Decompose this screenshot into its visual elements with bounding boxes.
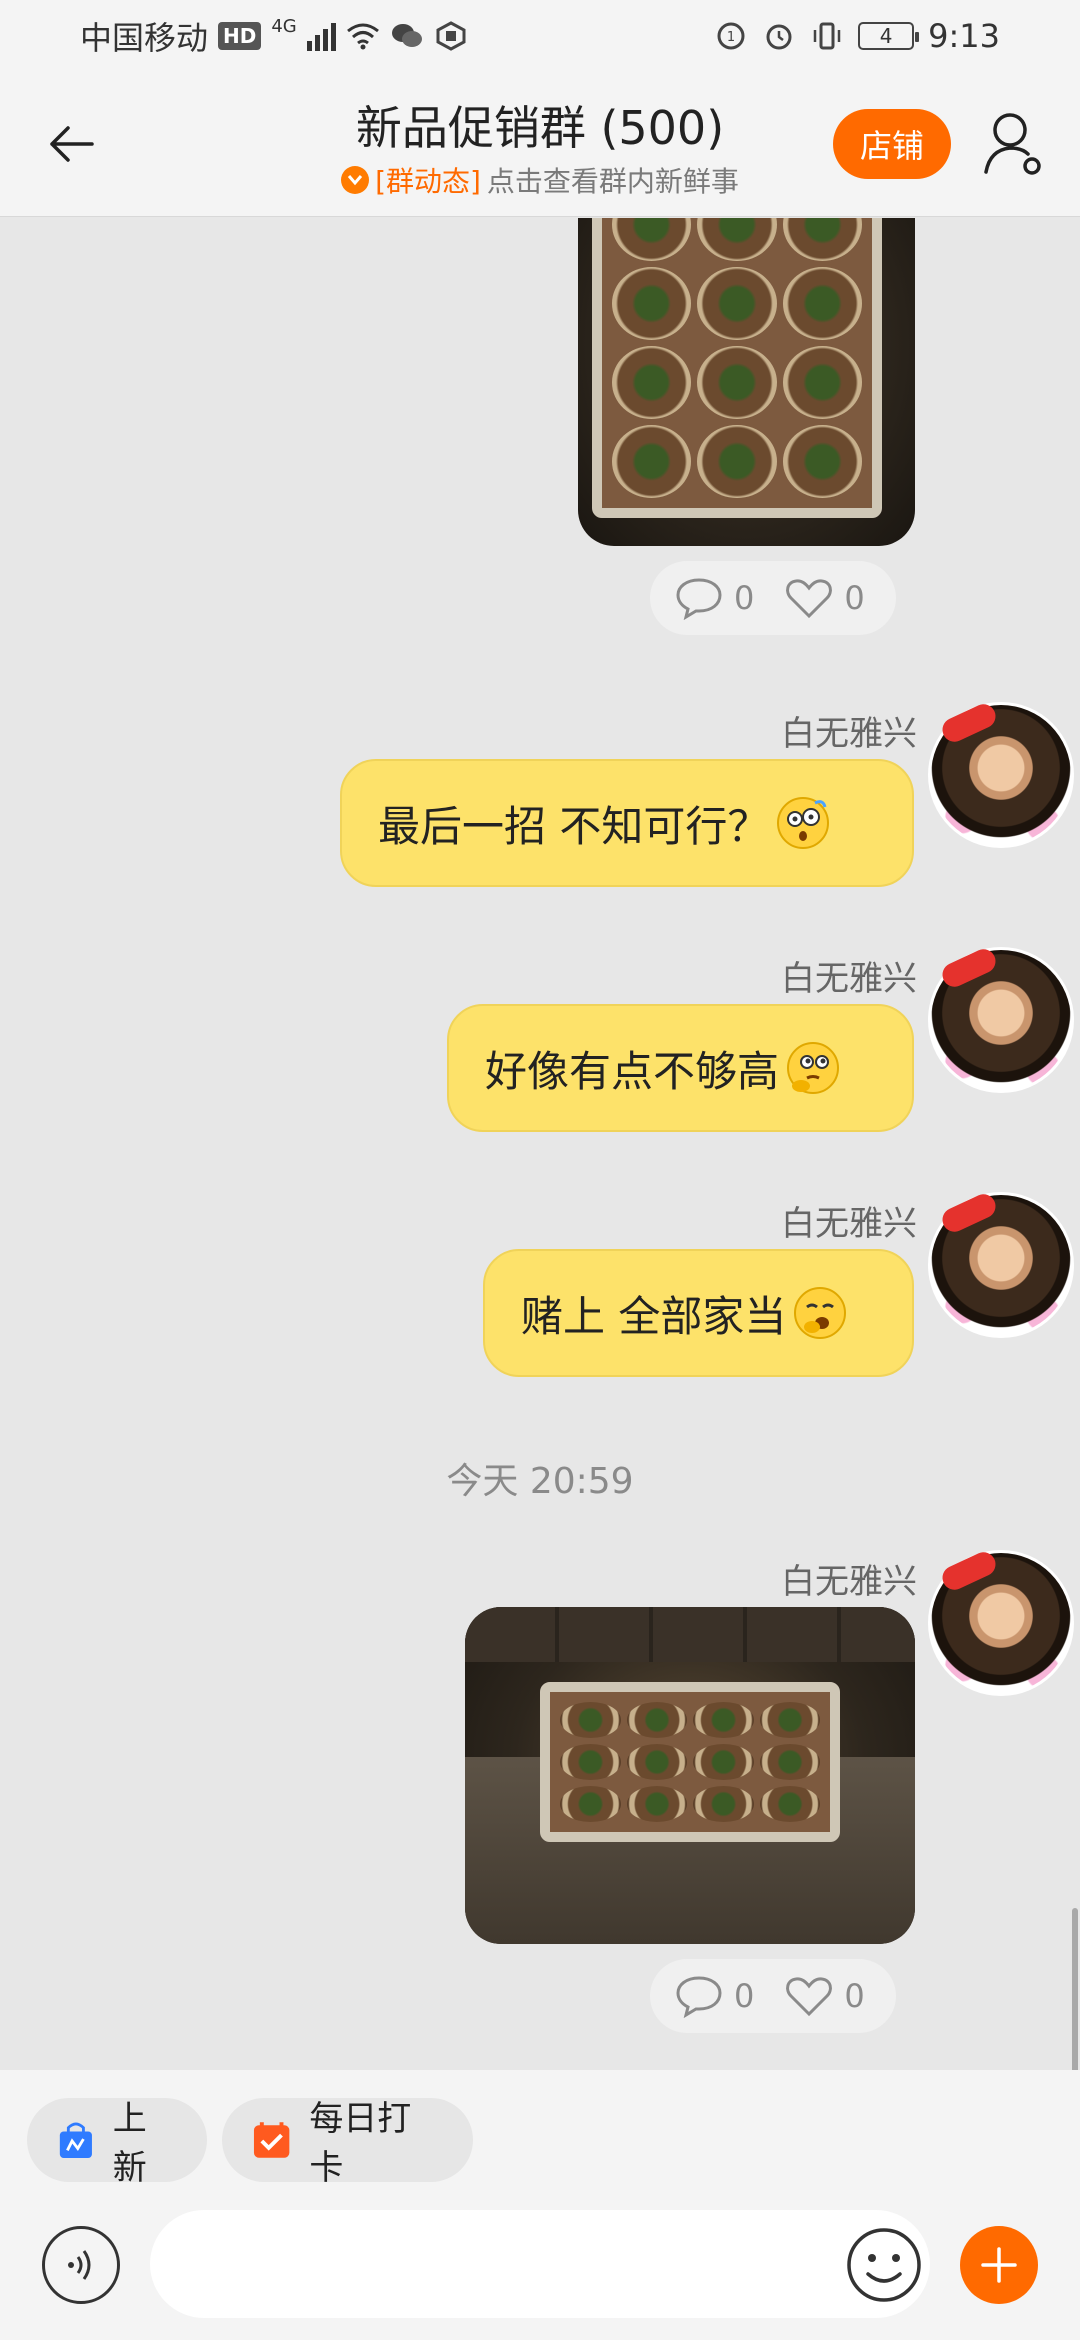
message-text: 最后一招 不知可行？ — [378, 801, 770, 851]
sender-name: 白无雅兴 — [781, 1562, 917, 1602]
text-message-bubble[interactable]: 好像有点不够高 — [447, 1004, 914, 1132]
reaction-bar: 0 0 — [650, 561, 896, 635]
quick-action-bar: 上新 每日打卡 — [0, 2070, 1080, 2210]
wifi-icon — [346, 23, 379, 50]
reaction-bar: 0 0 — [650, 1959, 896, 2033]
sender-name: 白无雅兴 — [781, 714, 917, 754]
dizzy-face-emoji-icon — [777, 797, 830, 849]
calendar-check-icon — [253, 2122, 290, 2158]
image-message[interactable] — [465, 1607, 915, 1944]
sound-wave-icon — [68, 2250, 91, 2280]
hd-badge: HD — [218, 22, 262, 50]
more-actions-button[interactable] — [960, 2226, 1038, 2304]
text-message-bubble[interactable]: 最后一招 不知可行？ — [340, 759, 914, 887]
group-activity-tag: [群动态] — [375, 165, 481, 198]
heart-icon[interactable] — [784, 1974, 834, 2018]
signal-icon — [306, 21, 336, 51]
comment-icon[interactable] — [674, 1974, 724, 2018]
group-activity-text: 点击查看群内新鲜事 — [486, 165, 739, 198]
daily-checkin-label: 每日打卡 — [309, 2099, 412, 2188]
message-list[interactable]: 0 0 白无雅兴 最后一招 不知可行？ 白无雅兴 好像有点不够高 白无雅兴 赌上… — [0, 218, 1080, 2070]
heart-icon[interactable] — [784, 576, 834, 620]
image-message[interactable] — [578, 218, 915, 546]
plus-icon — [981, 2247, 1017, 2283]
status-bar: 中国移动 HD 4G 1 4 9:13 — [0, 0, 1080, 72]
message-text: 赌上 全部家当 — [521, 1291, 787, 1341]
new-arrival-label: 上新 — [112, 2099, 147, 2188]
voice-input-button[interactable] — [42, 2226, 120, 2304]
wechat-icon — [391, 24, 422, 47]
sender-avatar[interactable] — [931, 1190, 1071, 1335]
sender-avatar[interactable] — [931, 700, 1071, 845]
message-timestamp: 今天 20:59 — [446, 1461, 634, 1502]
like-count: 0 — [844, 579, 865, 617]
new-arrival-chip[interactable]: 上新 — [27, 2098, 207, 2188]
sender-avatar[interactable] — [931, 1548, 1071, 1693]
clock: 9:13 — [928, 17, 1000, 55]
chevron-down-icon — [341, 166, 370, 194]
like-count: 0 — [844, 1977, 865, 2015]
message-text: 好像有点不够高 — [485, 1046, 780, 1096]
scrollbar[interactable] — [1072, 1908, 1078, 2070]
comment-icon[interactable] — [674, 576, 724, 620]
text-message-bubble[interactable]: 赌上 全部家当 — [483, 1249, 914, 1377]
vibrate-icon — [813, 22, 841, 50]
thinking-face-emoji-icon — [787, 1042, 840, 1094]
comment-count: 0 — [734, 1977, 755, 2015]
shield-app-icon — [436, 21, 466, 51]
group-settings-icon[interactable] — [982, 108, 1046, 180]
input-bar — [0, 2210, 1080, 2340]
alarm-icon — [766, 24, 792, 50]
yawning-face-emoji-icon — [794, 1287, 847, 1339]
carrier-name: 中国移动 — [80, 19, 209, 57]
emoji-smile-icon[interactable] — [845, 2226, 923, 2304]
comment-count: 0 — [734, 579, 755, 617]
svg-text:1: 1 — [727, 30, 735, 45]
message-input[interactable] — [150, 2210, 930, 2318]
data-saver-icon: 1 — [717, 22, 745, 50]
sender-name: 白无雅兴 — [781, 959, 917, 999]
sender-avatar[interactable] — [931, 945, 1071, 1090]
daily-checkin-chip[interactable]: 每日打卡 — [222, 2098, 473, 2188]
chat-header: 新品促销群 (500) [群动态] 点击查看群内新鲜事 店铺 — [0, 72, 1080, 217]
sender-name: 白无雅兴 — [781, 1204, 917, 1244]
shop-button[interactable]: 店铺 — [833, 109, 951, 179]
network-type: 4G — [271, 15, 297, 37]
battery-icon: 4 — [858, 22, 920, 50]
new-arrival-bag-icon — [59, 2122, 92, 2158]
